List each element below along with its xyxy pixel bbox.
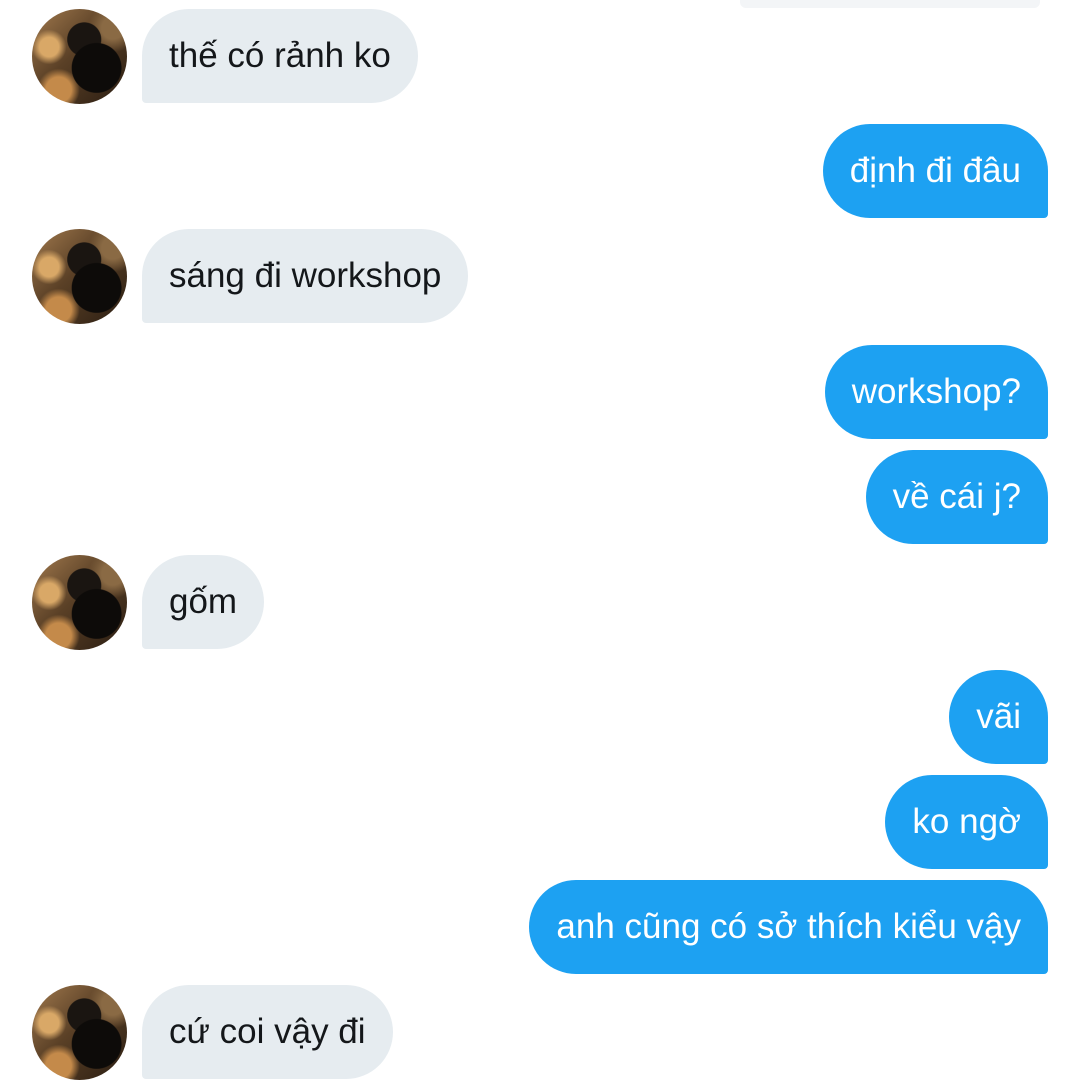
outgoing-message-bubble[interactable]: workshop? <box>824 345 1048 439</box>
outgoing-message-bubble[interactable]: định đi đâu <box>822 124 1048 218</box>
avatar[interactable] <box>32 555 127 650</box>
avatar[interactable] <box>32 229 127 324</box>
incoming-message-bubble[interactable]: sáng đi workshop <box>142 229 469 323</box>
incoming-message-bubble[interactable]: gốm <box>142 555 265 649</box>
incoming-message-bubble[interactable]: cứ coi vậy đi <box>142 985 393 1079</box>
avatar[interactable] <box>32 9 127 104</box>
outgoing-message-bubble[interactable]: anh cũng có sở thích kiểu vậy <box>529 880 1048 974</box>
previous-message-edge <box>740 0 1040 8</box>
outgoing-message-bubble[interactable]: về cái j? <box>865 450 1048 544</box>
avatar[interactable] <box>32 985 127 1080</box>
incoming-message-bubble[interactable]: thế có rảnh ko <box>142 9 418 103</box>
outgoing-message-bubble[interactable]: ko ngờ <box>885 775 1048 869</box>
outgoing-message-bubble[interactable]: vãi <box>949 670 1048 764</box>
